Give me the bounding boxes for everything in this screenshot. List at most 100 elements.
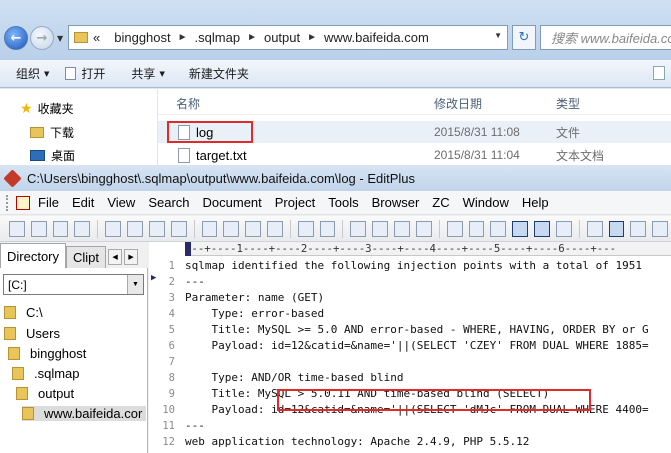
menu-search[interactable]: Search [148,195,189,210]
word-wrap-icon[interactable] [490,220,507,237]
address-segment-bingghost[interactable]: bingghost [114,30,170,45]
drive-select[interactable]: [C:] ▼ [3,274,144,295]
tree-item-sqlmap[interactable]: .sqlmap [12,366,80,381]
code-line[interactable]: --- [185,418,205,434]
search-input[interactable]: 搜索 www.baifeida.com [540,25,671,50]
menu-edit[interactable]: Edit [72,195,94,210]
paste-icon[interactable] [245,220,261,237]
chevron-right-icon[interactable]: ► [307,32,317,43]
print-preview-icon[interactable] [127,220,143,237]
tree-item-site[interactable]: www.baifeida.cor [22,406,146,421]
nav-favorites[interactable]: ★ 收藏夹 [20,100,74,117]
file-name: target.txt [196,147,247,163]
undo-icon[interactable] [297,220,314,237]
open-button[interactable]: 打开 [65,65,105,82]
goto-icon[interactable] [372,220,389,237]
nav-downloads[interactable]: 下载 [30,124,74,141]
menu-project[interactable]: Project [275,195,315,210]
address-segment-output[interactable]: output [264,30,300,45]
menu-help[interactable]: Help [522,195,549,210]
tree-item-users[interactable]: Users [4,326,60,341]
address-segment-site[interactable]: www.baifeida.com [324,30,429,45]
nav-desktop[interactable]: 桌面 [30,147,75,164]
full-screen-icon[interactable] [652,220,669,237]
address-prefix[interactable]: « [93,30,100,45]
menu-view[interactable]: View [107,195,135,210]
line-number: 9 [168,388,175,400]
code-line[interactable]: Type: AND/OR time-based blind [185,370,403,386]
folder-open-icon [16,387,28,400]
tree-item-c-drive[interactable]: C:\ [4,305,43,320]
folder-open-icon [4,327,16,340]
ruler-icon[interactable] [534,220,550,237]
grip-handle[interactable] [6,194,10,211]
recent-pages-dropdown-icon[interactable]: ▼ [57,34,63,43]
address-dropdown-icon[interactable]: ▼ [494,31,502,40]
column-header-type[interactable]: 类型 [556,95,580,112]
code-line[interactable]: sqlmap identified the following injectio… [185,258,642,274]
address-bar[interactable]: « bingghost ► .sqlmap ► output ► www.bai… [68,25,508,50]
line-number-icon[interactable] [512,220,529,237]
menu-window[interactable]: Window [463,195,509,210]
chevron-down-icon[interactable]: ▼ [127,275,143,294]
menu-zc[interactable]: ZC [432,195,449,210]
code-line[interactable]: --- [185,274,205,290]
new-folder-button[interactable]: 新建文件夹 [189,65,249,82]
save-all-icon[interactable] [74,220,91,237]
title-bar[interactable]: C:\Users\bingghost\.sqlmap\output\www.ba… [0,165,671,191]
browser-icon[interactable] [415,220,432,237]
line-number: 4 [168,308,175,320]
cut-icon[interactable] [201,220,218,237]
directory-window-icon[interactable] [586,220,603,237]
code-line[interactable]: Payload: id=12&catid=&name='||(SELECT 'C… [185,338,648,354]
organize-button[interactable]: 组织 ▼ [16,65,49,82]
open-file-icon[interactable] [30,220,47,237]
new-file-icon[interactable] [8,220,25,237]
address-segment-sqlmap[interactable]: .sqlmap [195,30,241,45]
check-icon[interactable] [555,220,572,237]
tree-item-output[interactable]: output [16,386,74,401]
cliptext-window-icon[interactable] [608,220,625,237]
code-line[interactable]: Type: error-based [185,306,324,322]
column-header-name[interactable]: 名称 [176,95,200,112]
chevron-right-icon[interactable]: ► [178,32,188,43]
refresh-button[interactable]: ↻ [512,25,536,50]
browser-view-icon[interactable] [394,220,410,237]
tab-scroll-left-icon[interactable]: ◀ [108,249,123,265]
text-editor[interactable]: ---+----1----+----2----+----3----+----4-… [149,242,671,453]
copy-icon[interactable] [223,220,240,237]
tab-directory[interactable]: Directory [0,243,67,268]
menu-browser[interactable]: Browser [372,195,420,210]
view-options-icon[interactable] [653,66,665,80]
replace-icon[interactable] [350,220,367,237]
code-area[interactable]: sqlmap identified the following injectio… [185,256,671,453]
font-icon[interactable] [446,220,463,237]
menu-file[interactable]: File [38,195,59,210]
spell-check-icon[interactable] [148,220,165,237]
find-icon[interactable] [170,220,187,237]
tab-scroll-right-icon[interactable]: ▶ [124,249,139,265]
nav-favorites-label: 收藏夹 [37,102,74,116]
drive-select-value: [C:] [8,277,27,292]
column-header-date[interactable]: 修改日期 [434,95,482,112]
delete-icon[interactable] [267,220,283,237]
code-line[interactable]: web application technology: Apache 2.4.9… [185,434,529,450]
ruler-cursor-marker [185,242,191,256]
menu-tools[interactable]: Tools [328,195,358,210]
back-button[interactable]: ← [4,26,28,50]
file-row-target[interactable]: target.txt 2015/8/31 11:04 文本文档 [158,144,671,166]
hex-view-icon[interactable] [468,220,485,237]
output-window-icon[interactable] [630,220,647,237]
tree-item-bingghost[interactable]: bingghost [8,346,86,361]
save-icon[interactable] [52,220,69,237]
redo-icon[interactable] [319,220,336,237]
share-button[interactable]: 共享 ▼ [131,65,164,82]
print-icon[interactable] [105,220,122,237]
document-menu-icon[interactable] [16,195,30,210]
tab-cliptext[interactable]: Clipt [66,246,107,268]
code-line[interactable]: Title: MySQL >= 5.0 AND error-based - WH… [185,322,648,338]
code-line[interactable]: Parameter: name (GET) [185,290,324,306]
forward-button[interactable]: → [30,26,54,50]
menu-document[interactable]: Document [203,195,262,210]
chevron-right-icon[interactable]: ► [247,32,257,43]
